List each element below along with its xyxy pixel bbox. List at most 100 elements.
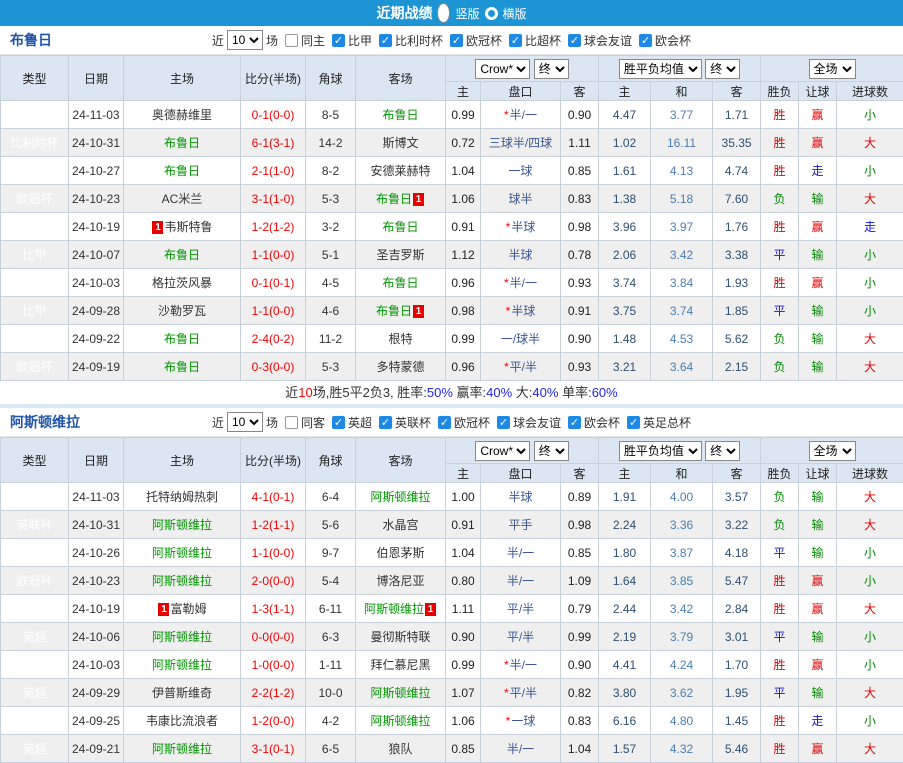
team-link[interactable]: 博洛尼亚 (376, 574, 424, 588)
league-filter-checkbox[interactable]: ✓ (379, 34, 392, 47)
team-link[interactable]: 阿斯顿维拉 (370, 714, 430, 728)
home-handicap-odds: 0.72 (446, 129, 481, 157)
handicap-result-cell: 输 (799, 241, 837, 269)
team-link[interactable]: 阿斯顿维拉 (152, 630, 212, 644)
home-handicap-odds: 1.04 (446, 157, 481, 185)
team-link[interactable]: 阿斯顿维拉 (370, 686, 430, 700)
team-link[interactable]: 多特蒙德 (376, 360, 424, 374)
team-link[interactable]: 韦康比流浪者 (146, 714, 218, 728)
final-select[interactable]: 终 (534, 59, 569, 79)
team-link[interactable]: 格拉茨风暴 (152, 276, 212, 290)
full-time-score: 1-1 (252, 248, 269, 262)
sub-column-header: 客 (561, 82, 599, 101)
team-link[interactable]: AC米兰 (162, 192, 203, 206)
goals-result-cell: 小 (837, 269, 903, 297)
recent-count-select[interactable]: 10 (227, 412, 263, 432)
league-filter-checkbox[interactable]: ✓ (438, 416, 451, 429)
team-link[interactable]: 布鲁日 (382, 220, 418, 234)
score-cell: 1-2(1-1) (241, 511, 306, 539)
sub-column-header: 让球 (799, 464, 837, 483)
team-link[interactable]: 阿斯顿维拉 (364, 602, 424, 616)
draw-odds: 3.74 (651, 297, 713, 325)
team-link[interactable]: 奥德赫维里 (152, 108, 212, 122)
league-filter-checkbox[interactable]: ✓ (568, 34, 581, 47)
team-link[interactable]: 富勒姆 (170, 602, 206, 616)
team-link[interactable]: 布鲁日 (164, 164, 200, 178)
filter-controls: 近10场同客✓英超✓英联杯✓欧冠杯✓球会友谊✓欧会杯✓英足总杯 (212, 412, 691, 432)
score-cell: 6-1(3-1) (241, 129, 306, 157)
match-row: 比甲24-10-191韦斯特鲁1-2(1-2)3-2布鲁日0.91*半球0.98… (1, 213, 903, 241)
team-link[interactable]: 根特 (388, 332, 412, 346)
league-filter-checkbox[interactable]: ✓ (509, 34, 522, 47)
corners-cell: 1-11 (306, 651, 356, 679)
team-link[interactable]: 布鲁日 (164, 248, 200, 262)
same-venue-label: 同主 (301, 32, 325, 49)
team-link[interactable]: 狼队 (388, 742, 412, 756)
league-filter-checkbox[interactable]: ✓ (332, 416, 345, 429)
team-link[interactable]: 韦斯特鲁 (164, 220, 212, 234)
half-time-score: (1-1) (269, 602, 294, 616)
match-date: 24-10-19 (69, 213, 124, 241)
league-badge: 欧冠杯 (1, 185, 69, 213)
away-win-odds: 5.46 (713, 735, 761, 763)
corners-cell: 6-4 (306, 483, 356, 511)
team-link[interactable]: 布鲁日 (382, 108, 418, 122)
sub-column-header: 进球数 (837, 82, 903, 101)
scope-select[interactable]: 全场 (809, 441, 856, 461)
team-name[interactable]: 阿斯顿维拉 (10, 412, 80, 432)
team-name[interactable]: 布鲁日 (10, 30, 52, 50)
sub-column-header: 主 (599, 464, 651, 483)
team-link[interactable]: 托特纳姆热刺 (146, 490, 218, 504)
full-time-score: 1-1 (252, 304, 269, 318)
team-link[interactable]: 布鲁日 (164, 360, 200, 374)
same-venue-checkbox[interactable] (285, 416, 298, 429)
summary-segment: 大: (512, 385, 532, 400)
team-link[interactable]: 阿斯顿维拉 (152, 574, 212, 588)
league-filter-checkbox[interactable]: ✓ (450, 34, 463, 47)
avg-odds-select[interactable]: 胜平负均值 (619, 441, 702, 461)
avg-odds-select[interactable]: 胜平负均值 (619, 59, 702, 79)
sub-column-header: 进球数 (837, 464, 903, 483)
company-select[interactable]: Crow* (475, 59, 530, 79)
team-link[interactable]: 布鲁日 (376, 304, 412, 318)
league-badge: 比甲 (1, 325, 69, 353)
scope-select[interactable]: 全场 (809, 59, 856, 79)
corners-cell: 8-5 (306, 101, 356, 129)
final-select[interactable]: 终 (534, 441, 569, 461)
league-filter-checkbox[interactable]: ✓ (568, 416, 581, 429)
team-link[interactable]: 布鲁日 (376, 192, 412, 206)
league-filter-checkbox[interactable]: ✓ (379, 416, 392, 429)
final-select-2[interactable]: 终 (705, 441, 740, 461)
team-link[interactable]: 阿斯顿维拉 (152, 658, 212, 672)
horizontal-layout-radio[interactable] (485, 7, 498, 20)
final-select-2[interactable]: 终 (705, 59, 740, 79)
recent-count-select[interactable]: 10 (227, 30, 263, 50)
team-link[interactable]: 伯恩茅斯 (376, 546, 424, 560)
team-link[interactable]: 斯博文 (382, 136, 418, 150)
team-link[interactable]: 布鲁日 (164, 136, 200, 150)
league-filter-checkbox[interactable]: ✓ (497, 416, 510, 429)
team-link[interactable]: 水晶宫 (382, 518, 418, 532)
team-link[interactable]: 伊普斯维奇 (152, 686, 212, 700)
team-link[interactable]: 布鲁日 (164, 332, 200, 346)
league-filter-checkbox[interactable]: ✓ (639, 34, 652, 47)
team-link[interactable]: 拜仁慕尼黑 (370, 658, 430, 672)
team-link[interactable]: 圣吉罗斯 (376, 248, 424, 262)
team-link[interactable]: 沙勒罗瓦 (158, 304, 206, 318)
team-link[interactable]: 阿斯顿维拉 (152, 518, 212, 532)
team-link[interactable]: 曼彻斯特联 (370, 630, 430, 644)
team-link[interactable]: 安德莱赫特 (370, 164, 430, 178)
league-filter-checkbox[interactable]: ✓ (332, 34, 345, 47)
team-link[interactable]: 阿斯顿维拉 (370, 490, 430, 504)
team-link[interactable]: 阿斯顿维拉 (152, 742, 212, 756)
company-select[interactable]: Crow* (475, 441, 530, 461)
team-link[interactable]: 阿斯顿维拉 (152, 546, 212, 560)
vertical-layout-radio[interactable] (437, 3, 450, 23)
same-venue-checkbox[interactable] (285, 34, 298, 47)
home-team-cell: 沙勒罗瓦 (124, 297, 241, 325)
team-link[interactable]: 布鲁日 (382, 276, 418, 290)
league-filter-checkbox[interactable]: ✓ (627, 416, 640, 429)
summary-segment: 50% (427, 385, 453, 400)
match-row: 欧冠杯24-10-23阿斯顿维拉2-0(0-0)5-4博洛尼亚0.80半/一1.… (1, 567, 903, 595)
draw-odds: 3.42 (651, 595, 713, 623)
